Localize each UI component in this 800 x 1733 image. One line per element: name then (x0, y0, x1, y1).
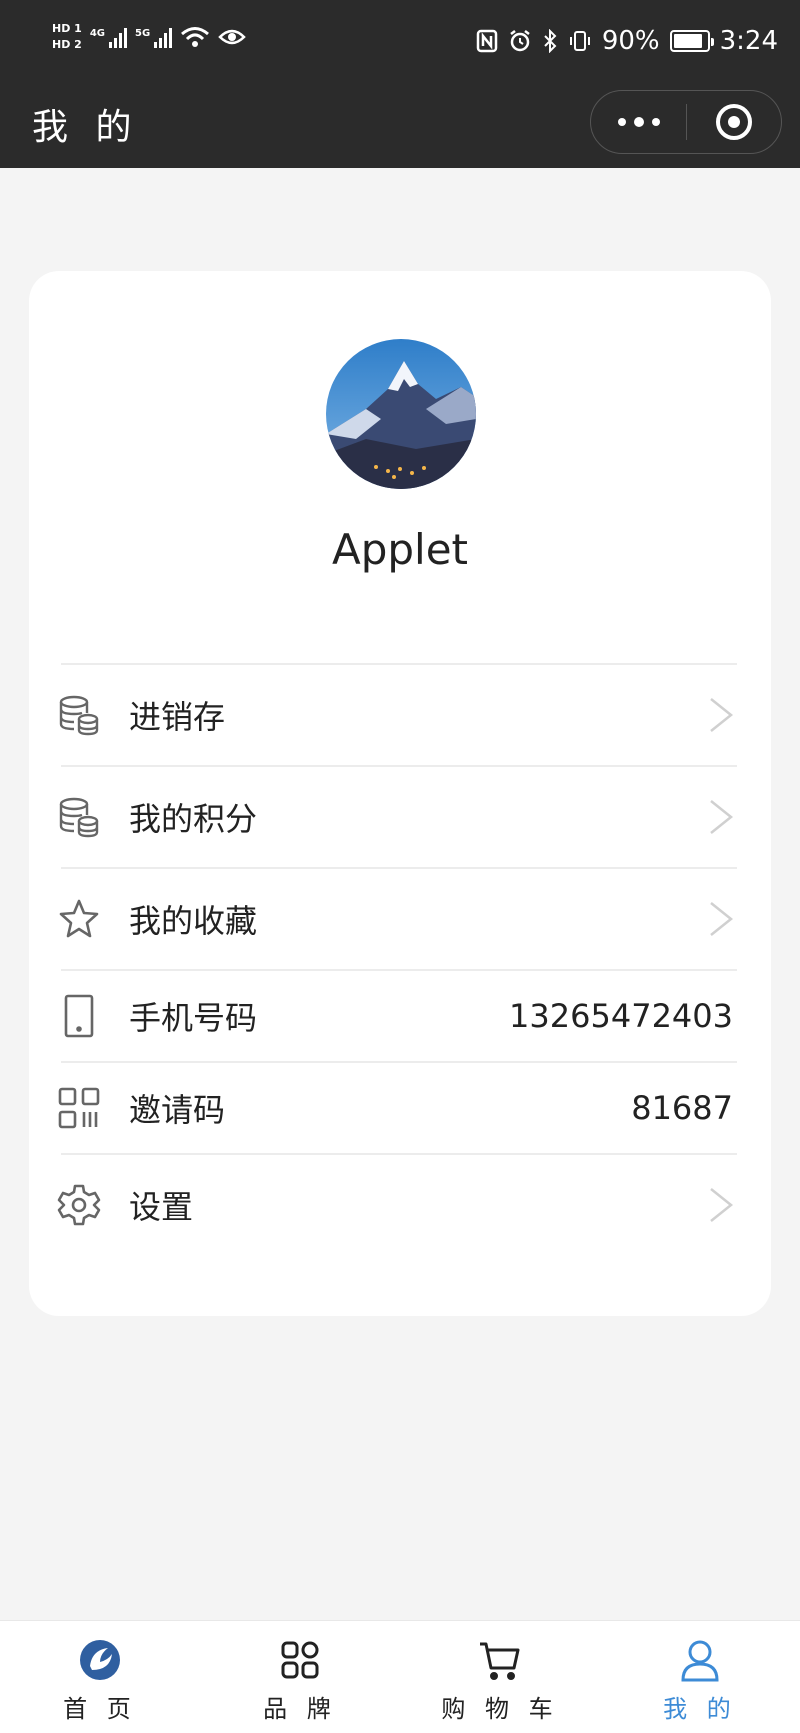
home-logo-icon (77, 1637, 123, 1683)
database-icon (55, 793, 103, 841)
tab-label: 首 页 (63, 1695, 137, 1723)
bluetooth-icon (544, 29, 557, 53)
username: Applet (331, 525, 469, 574)
profile-card: Applet 进销存 我的积分 我的收藏 手机号码 13265472403 邀请… (29, 271, 771, 1316)
nfc-icon (476, 29, 498, 53)
menu-item-favorites[interactable]: 我的收藏 (59, 867, 737, 969)
eye-icon (218, 29, 246, 44)
menu-list: 进销存 我的积分 我的收藏 手机号码 13265472403 邀请码 81687… (57, 663, 737, 1255)
phone-number-value: 13265472403 (509, 997, 733, 1035)
signal-bars-icon (109, 26, 127, 48)
menu-item-points[interactable]: 我的积分 (59, 765, 737, 867)
network-4g-label: 4G (89, 28, 105, 39)
tab-label: 购 物 车 (441, 1695, 559, 1723)
mini-program-capsule (590, 90, 782, 154)
phone-icon (55, 992, 103, 1040)
invite-code-value: 81687 (631, 1089, 733, 1127)
tab-brand[interactable]: 品 牌 (200, 1621, 400, 1733)
qrcode-icon (55, 1084, 103, 1132)
tab-label: 品 牌 (263, 1695, 337, 1723)
menu-item-label: 手机号码 (129, 999, 258, 1037)
menu-item-inventory[interactable]: 进销存 (59, 663, 737, 765)
status-bar: HD 1 HD 2 4G 5G 90% 3:24 (0, 0, 800, 88)
chevron-right-icon (710, 902, 734, 936)
signal-bars-icon (154, 26, 173, 48)
menu-item-settings[interactable]: 设置 (57, 1153, 737, 1255)
chevron-right-icon (710, 1188, 734, 1222)
top-bar: HD 1 HD 2 4G 5G 90% 3:24 我 的 (0, 0, 800, 168)
status-right: 90% 3:24 (476, 26, 778, 56)
user-icon (677, 1637, 723, 1683)
chevron-right-icon (710, 800, 734, 834)
menu-item-label: 邀请码 (129, 1091, 226, 1129)
tab-mine[interactable]: 我 的 (600, 1621, 800, 1733)
battery-icon (669, 30, 714, 52)
clock-time: 3:24 (719, 26, 778, 56)
cart-icon (477, 1637, 523, 1683)
more-dots-icon[interactable] (591, 91, 686, 153)
status-left: HD 1 HD 2 4G 5G (52, 22, 246, 51)
network-5g-label: 5G (135, 28, 151, 39)
battery-percent: 90% (601, 26, 660, 56)
wifi-icon (181, 26, 210, 47)
tab-cart[interactable]: 购 物 车 (400, 1621, 600, 1733)
gear-icon (55, 1181, 103, 1229)
avatar[interactable] (326, 339, 476, 489)
hd-badges: HD 1 HD 2 (52, 22, 82, 51)
mountain-avatar-image (326, 339, 476, 489)
database-icon (55, 691, 103, 739)
vibrate-icon (569, 31, 590, 51)
chevron-right-icon (710, 698, 734, 732)
menu-item-label: 我的收藏 (129, 902, 258, 940)
target-close-icon[interactable] (687, 91, 781, 153)
menu-item-invite-code: 邀请码 81687 (58, 1061, 737, 1153)
star-icon (55, 895, 103, 943)
tab-label: 我 的 (663, 1695, 737, 1723)
tab-home[interactable]: 首 页 (0, 1621, 200, 1733)
menu-item-label: 设置 (129, 1188, 194, 1226)
grid-icon (277, 1637, 323, 1683)
menu-item-label: 我的积分 (129, 800, 258, 838)
bottom-tab-bar: 首 页 品 牌 购 物 车 我 的 (0, 1620, 800, 1733)
menu-item-phone: 手机号码 13265472403 (61, 969, 737, 1061)
hd1-badge: HD 1 (52, 22, 82, 35)
alarm-icon (510, 30, 530, 52)
menu-item-label: 进销存 (129, 698, 226, 736)
hd2-badge: HD 2 (52, 38, 82, 51)
page-title: 我 的 (32, 107, 140, 148)
